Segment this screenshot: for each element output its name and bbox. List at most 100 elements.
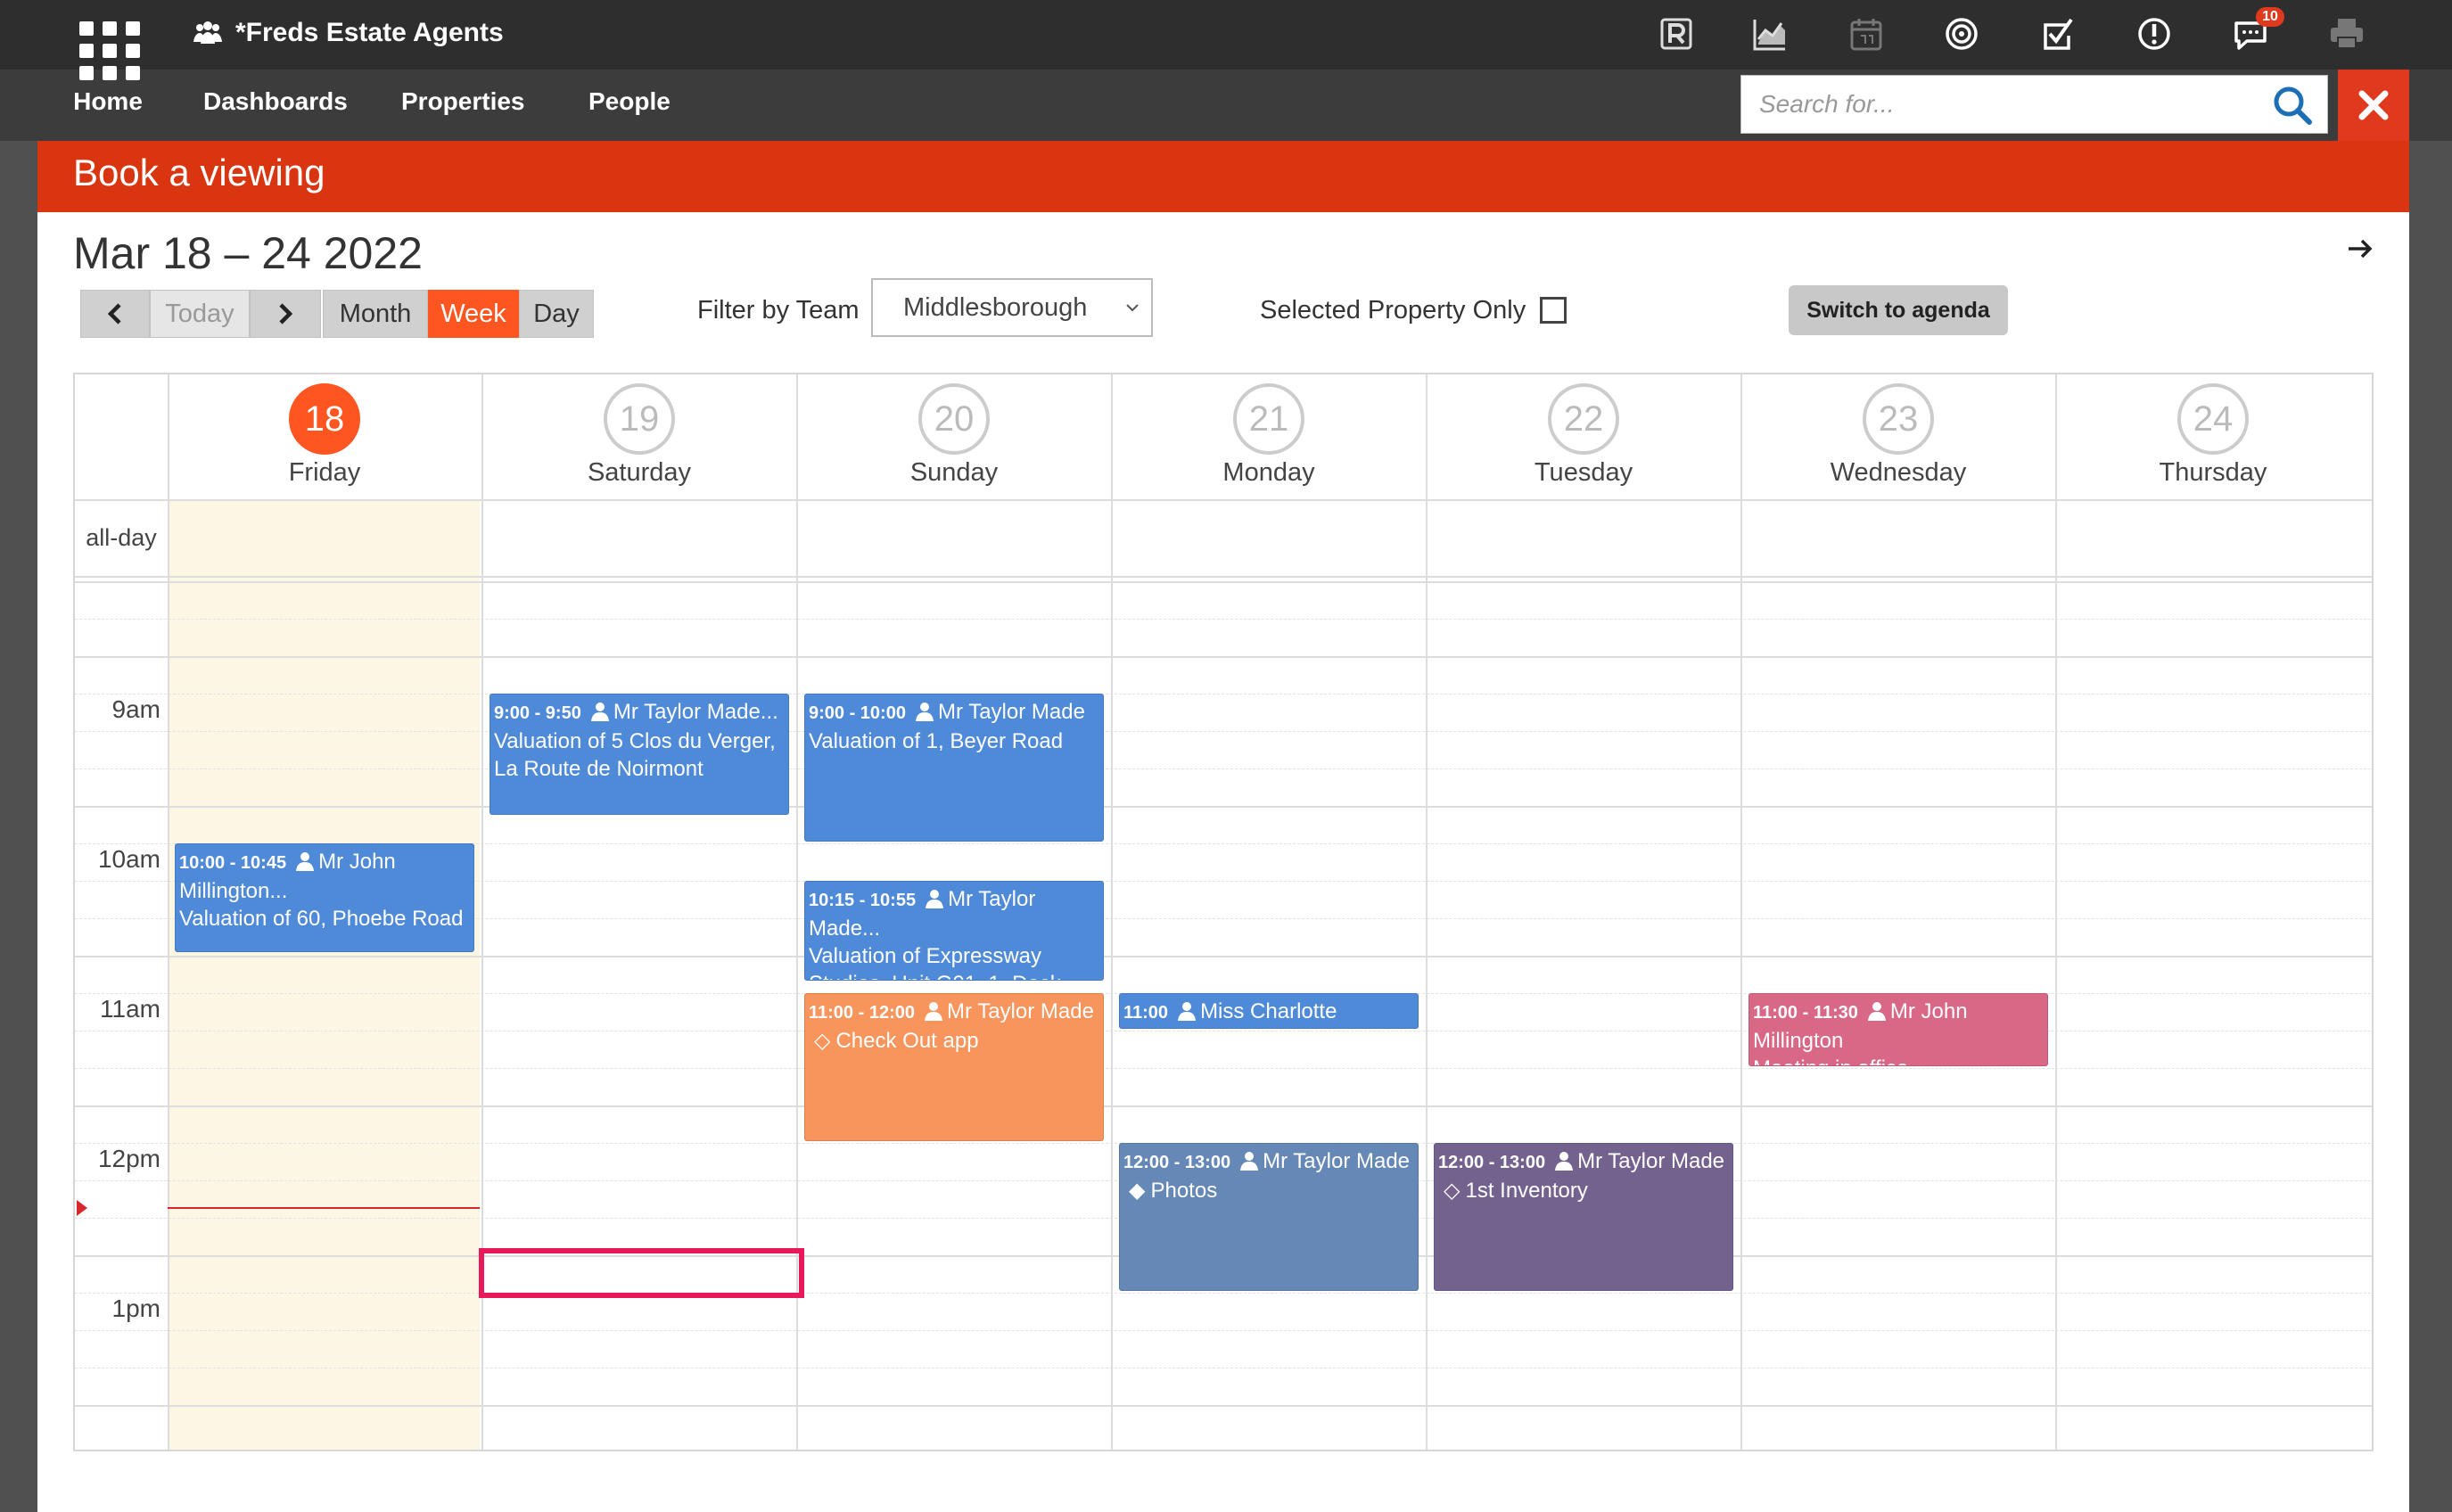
event-person: Mr John bbox=[318, 850, 396, 874]
selected-property-checkbox[interactable] bbox=[1540, 297, 1567, 324]
event-time: 9:00 - 10:00 bbox=[809, 703, 906, 723]
nav-home[interactable]: Home bbox=[53, 87, 162, 116]
person-icon bbox=[924, 1002, 942, 1021]
calendar-event[interactable]: 12:00 - 13:00 Mr Taylor Made ◇ 1st Invento… bbox=[1434, 1143, 1733, 1291]
day-name: Wednesday bbox=[1830, 458, 1967, 487]
day-header[interactable]: 22 Tuesday bbox=[1427, 383, 1740, 488]
alert-icon[interactable] bbox=[2135, 14, 2174, 53]
event-person: Mr Taylor Made... bbox=[613, 700, 778, 724]
chart-icon[interactable] bbox=[1750, 14, 1790, 53]
team-select-value: Middlesborough bbox=[903, 293, 1088, 322]
agency-name: *Freds Estate Agents bbox=[235, 18, 504, 47]
day-view-button[interactable]: Day bbox=[519, 290, 594, 338]
week-calendar: 18 Friday 19 Saturday 20 Sunday 21 Monda… bbox=[73, 373, 2374, 1451]
calendar-event[interactable]: 11:00Miss Charlotte Ladbroke bbox=[1119, 993, 1419, 1029]
event-time: 10:00 - 10:45 bbox=[179, 853, 287, 873]
agency-switcher[interactable]: *Freds Estate Agents bbox=[193, 18, 504, 48]
day-number: 21 bbox=[1233, 383, 1304, 455]
event-time: 11:00 - 11:30 bbox=[1753, 1003, 1858, 1023]
apps-grid-icon[interactable] bbox=[79, 21, 140, 80]
person-icon bbox=[296, 852, 315, 871]
event-person-cont: Made... bbox=[809, 916, 881, 941]
event-time: 11:00 bbox=[1123, 1003, 1169, 1023]
event-title: Valuation of Expressway bbox=[809, 944, 1042, 968]
day-number: 18 bbox=[289, 383, 360, 455]
event-time: 12:00 - 13:00 bbox=[1123, 1153, 1231, 1172]
nav-dashboards[interactable]: Dashboards bbox=[203, 87, 348, 116]
chevron-right-icon bbox=[279, 303, 293, 325]
calendar-event[interactable]: 9:00 - 9:50 Mr Taylor Made... Valuation o… bbox=[490, 694, 789, 815]
next-week-button[interactable] bbox=[250, 290, 321, 338]
target-icon[interactable] bbox=[1942, 14, 1981, 53]
day-number: 22 bbox=[1548, 383, 1619, 455]
calendar-event[interactable]: 10:15 - 10:55 Mr Taylor Made... Valuation… bbox=[804, 881, 1104, 981]
chevron-down-icon bbox=[1126, 304, 1139, 312]
event-time: 12:00 - 13:00 bbox=[1438, 1153, 1546, 1172]
event-title: Check Out app bbox=[835, 1029, 979, 1053]
diamond-icon: ◆ bbox=[1129, 1179, 1146, 1203]
arrow-right-icon[interactable] bbox=[2345, 234, 2375, 264]
print-icon[interactable] bbox=[2327, 14, 2366, 53]
day-name: Monday bbox=[1222, 458, 1315, 487]
month-view-button[interactable]: Month bbox=[323, 290, 428, 338]
switch-to-agenda-button[interactable]: Switch to agenda bbox=[1789, 285, 2008, 335]
event-person: Mr Taylor bbox=[948, 887, 1036, 911]
search-input[interactable] bbox=[1741, 76, 2267, 133]
day-name: Tuesday bbox=[1534, 458, 1633, 487]
time-label: 9am bbox=[111, 695, 160, 723]
today-button[interactable]: Today bbox=[150, 290, 250, 338]
event-title: Valuation of 60, Phoebe Road bbox=[179, 907, 464, 931]
chevron-left-icon bbox=[107, 303, 121, 325]
event-person: Mr Taylor Made bbox=[1577, 1149, 1725, 1173]
rightmove-icon[interactable] bbox=[1657, 14, 1696, 53]
day-header[interactable]: 24 Thursday bbox=[2056, 383, 2370, 488]
time-label: 1pm bbox=[111, 1294, 160, 1322]
selected-time-slot[interactable] bbox=[479, 1248, 804, 1298]
calendar-event[interactable]: 10:00 - 10:45 Mr John Millington... Valua… bbox=[175, 843, 474, 952]
event-title: Meeting in office bbox=[1753, 1056, 1908, 1065]
prev-week-button[interactable] bbox=[80, 290, 150, 338]
day-header[interactable]: 18 Friday bbox=[168, 383, 481, 488]
time-label: 12pm bbox=[97, 1145, 160, 1172]
search-box bbox=[1740, 75, 2328, 134]
person-icon bbox=[1240, 1152, 1259, 1171]
calendar-event[interactable]: 11:00 - 12:00 Mr Taylor Made ◇ Check Out a… bbox=[804, 993, 1104, 1141]
time-label: 10am bbox=[97, 845, 160, 873]
week-view-button[interactable]: Week bbox=[428, 290, 519, 338]
checklist-icon[interactable] bbox=[2038, 14, 2078, 53]
selected-property-label: Selected Property Only bbox=[1260, 296, 1526, 325]
event-time: 11:00 - 12:00 bbox=[809, 1003, 915, 1023]
calendar-event[interactable]: 12:00 - 13:00 Mr Taylor Made ◆ Photos bbox=[1119, 1143, 1419, 1291]
nav-people[interactable]: People bbox=[588, 87, 671, 116]
nav-properties[interactable]: Properties bbox=[401, 87, 525, 116]
event-person: Mr John bbox=[1889, 999, 1968, 1023]
calendar-event[interactable]: 9:00 - 10:00 Mr Taylor Made Valuation of … bbox=[804, 694, 1104, 842]
event-title: Valuation of 1, Beyer Road bbox=[809, 729, 1064, 753]
day-number: 20 bbox=[918, 383, 990, 455]
day-header[interactable]: 21 Monday bbox=[1112, 383, 1426, 488]
event-person: Mr Taylor Made bbox=[1263, 1149, 1411, 1173]
calendar-event[interactable]: 11:00 - 11:30 Mr John Millington Meeting … bbox=[1748, 993, 2048, 1066]
time-label: 11am bbox=[100, 995, 160, 1023]
filter-team-label: Filter by Team bbox=[697, 296, 860, 325]
team-select[interactable]: Middlesborough bbox=[871, 278, 1153, 337]
person-icon bbox=[1555, 1152, 1574, 1171]
event-title-cont: Studios, Unit G01, 1, Dock bbox=[809, 972, 1061, 980]
today-column bbox=[168, 501, 480, 1450]
day-header[interactable]: 20 Sunday bbox=[797, 383, 1111, 488]
event-person: Mr Taylor Made bbox=[937, 700, 1085, 724]
calendar-date-range: Mar 18 – 24 2022 bbox=[73, 228, 423, 278]
event-title: 1st Inventory bbox=[1465, 1179, 1588, 1203]
notification-badge: 10 bbox=[2256, 7, 2284, 27]
event-title-cont: La Route de Noirmont bbox=[494, 757, 704, 781]
day-header[interactable]: 23 Wednesday bbox=[1741, 383, 2055, 488]
hollow-diamond-icon: ◇ bbox=[814, 1029, 831, 1053]
calendar-icon[interactable] bbox=[1847, 14, 1886, 53]
search-icon[interactable] bbox=[2272, 85, 2313, 126]
person-icon bbox=[915, 703, 934, 721]
close-icon bbox=[2358, 90, 2389, 120]
day-number: 23 bbox=[1863, 383, 1934, 455]
day-header[interactable]: 19 Saturday bbox=[482, 383, 796, 488]
close-button[interactable] bbox=[2338, 70, 2409, 141]
current-time-line bbox=[168, 1207, 480, 1209]
